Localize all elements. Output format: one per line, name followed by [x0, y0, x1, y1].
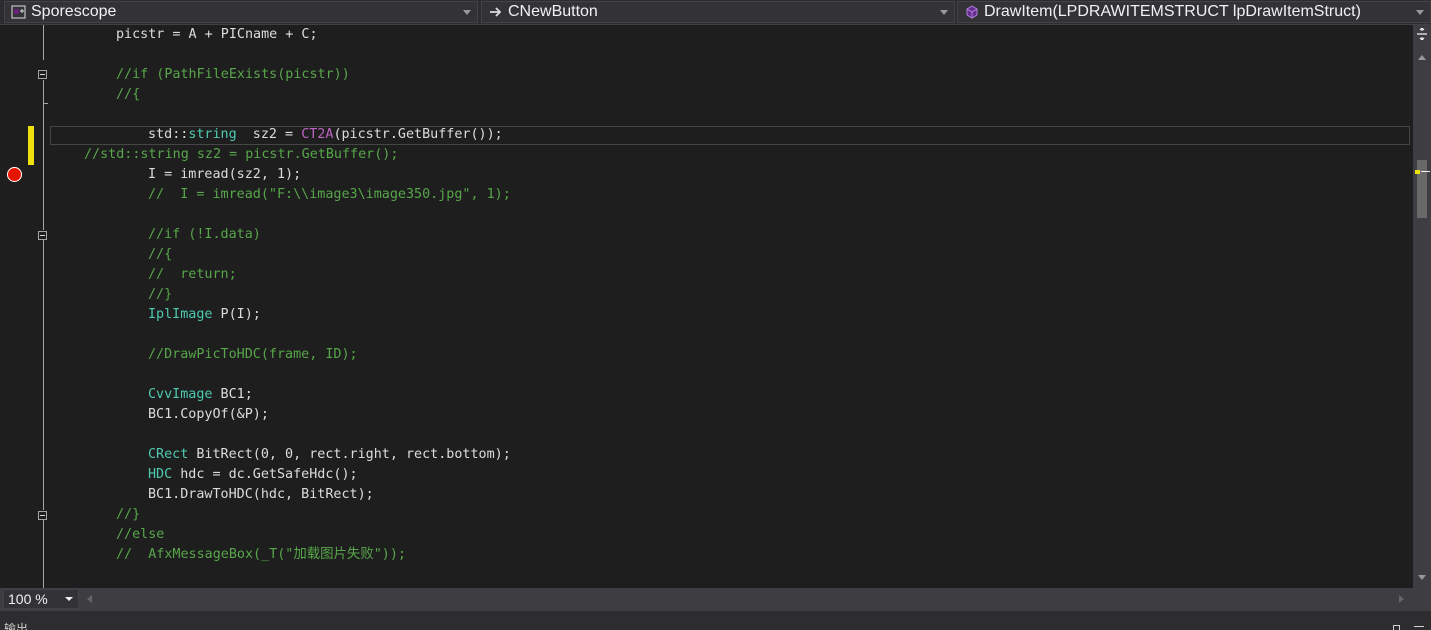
code-line[interactable]: BC1.CopyOf(&P); — [148, 405, 269, 425]
member-dropdown[interactable]: DrawItem(LPDRAWITEMSTRUCT lpDrawItemStru… — [957, 1, 1431, 23]
chevron-down-icon — [940, 10, 948, 15]
code-line[interactable]: HDC hdc = dc.GetSafeHdc(); — [148, 465, 358, 485]
code-line[interactable]: //{ — [116, 85, 140, 105]
chevron-down-icon — [1416, 10, 1424, 15]
change-marker — [1415, 170, 1420, 174]
vertical-scrollbar[interactable] — [1413, 25, 1431, 588]
code-token: //std::string sz2 = picstr.GetBuffer(); — [84, 147, 399, 162]
scroll-thumb[interactable] — [1417, 160, 1427, 218]
output-title: 输出 — [4, 622, 29, 630]
code-token: BC1; — [212, 387, 253, 402]
code-line[interactable]: CRect BitRect(0, 0, rect.right, rect.bot… — [148, 445, 511, 465]
code-token: IplImage — [148, 307, 213, 322]
code-token: CRect — [148, 447, 189, 462]
code-token: BitRect(0, 0, rect.right, rect.bottom); — [188, 447, 511, 462]
code-token: string — [188, 127, 237, 142]
collapse-icon[interactable] — [38, 70, 47, 79]
glyph-margin[interactable] — [0, 25, 30, 588]
code-token: std — [148, 127, 173, 142]
code-token: P(I); — [212, 307, 261, 322]
code-token: //} — [148, 287, 173, 302]
code-line[interactable]: I = imread(sz2, 1); — [148, 165, 301, 185]
change-tracking-bar — [28, 126, 34, 165]
split-icon[interactable] — [1416, 28, 1428, 40]
code-line[interactable]: //if (!I.data) — [148, 225, 261, 245]
type-dropdown[interactable]: CNewButton — [481, 1, 955, 23]
scroll-left-icon[interactable] — [87, 595, 92, 603]
code-token: //DrawPicToHDC(frame, ID); — [148, 347, 358, 362]
cpp-project-icon — [11, 5, 26, 19]
code-token: // AfxMessageBox(_T("加载图片失败")); — [116, 547, 406, 562]
code-token: HDC — [148, 467, 173, 482]
code-line[interactable]: //if (PathFileExists(picstr)) — [116, 65, 350, 85]
chevron-down-icon — [65, 597, 73, 601]
code-line[interactable]: //} — [148, 285, 172, 305]
collapse-icon[interactable] — [38, 231, 47, 240]
code-token: //if (PathFileExists(picstr)) — [116, 67, 350, 82]
code-token: //} — [116, 507, 141, 522]
code-editor[interactable]: picstr = A + PICname + C; //if (PathFileE… — [0, 25, 1413, 588]
code-token: CvvImage — [148, 387, 213, 402]
code-line[interactable]: //else — [116, 525, 164, 545]
scroll-down-icon[interactable] — [1418, 575, 1426, 580]
project-label: Sporescope — [31, 3, 117, 20]
minimize-icon[interactable] — [1414, 626, 1424, 627]
scroll-right-icon[interactable] — [1399, 595, 1404, 603]
code-token: sz2 = — [236, 127, 302, 142]
code-line[interactable]: //DrawPicToHDC(frame, ID); — [148, 345, 358, 365]
code-line[interactable]: // I = imread("F:\\image3\image350.jpg",… — [148, 185, 511, 205]
zoom-value: 100 % — [8, 591, 48, 607]
member-label: DrawItem(LPDRAWITEMSTRUCT lpDrawItemStru… — [984, 3, 1361, 20]
code-token: I = imread(sz2, 1); — [148, 167, 302, 182]
code-line[interactable]: picstr = A + PICname + C; — [116, 25, 318, 45]
code-token: //else — [116, 527, 165, 542]
code-line[interactable]: //std::string sz2 = picstr.GetBuffer(); — [84, 145, 398, 165]
type-label: CNewButton — [508, 3, 598, 20]
output-panel-header: 输出 — [0, 610, 1431, 630]
arrow-right-icon — [490, 7, 502, 17]
outline-line — [43, 25, 44, 60]
editor-bottom-bar: 100 % — [0, 588, 1431, 610]
outline-line — [43, 240, 44, 510]
code-token: //if (!I.data) — [148, 227, 261, 242]
code-token: BC1.DrawToHDC(hdc, BitRect); — [148, 487, 374, 502]
code-line[interactable]: // return; — [148, 265, 237, 285]
outline-tick — [43, 103, 48, 104]
code-token: picstr = A + PICname + C; — [116, 27, 318, 42]
code-line[interactable]: std::string sz2 = CT2A(picstr.GetBuffer(… — [148, 125, 503, 145]
code-line[interactable]: CvvImage BC1; — [148, 385, 253, 405]
method-icon — [966, 5, 978, 19]
maximize-icon[interactable] — [1393, 625, 1400, 630]
code-token: // I = imread("F:\\image3\image350.jpg",… — [148, 187, 511, 202]
code-token: CT2A — [301, 127, 334, 142]
code-line[interactable]: BC1.DrawToHDC(hdc, BitRect); — [148, 485, 374, 505]
navigation-bar: Sporescope CNewButton DrawItem(LPDRAWITE… — [0, 0, 1431, 25]
code-line[interactable]: // AfxMessageBox(_T("加载图片失败")); — [116, 545, 406, 565]
chevron-down-icon — [463, 10, 471, 15]
outline-line — [43, 520, 44, 588]
caret-marker — [1421, 171, 1430, 172]
code-token: (picstr.GetBuffer()); — [333, 127, 503, 142]
project-dropdown[interactable]: Sporescope — [4, 1, 478, 23]
code-line[interactable]: //{ — [148, 245, 172, 265]
breakpoint-icon[interactable] — [7, 167, 22, 182]
code-token: // return; — [148, 267, 237, 282]
collapse-icon[interactable] — [38, 511, 47, 520]
code-line[interactable]: //} — [116, 505, 140, 525]
scroll-up-icon[interactable] — [1418, 55, 1426, 60]
code-line[interactable]: IplImage P(I); — [148, 305, 261, 325]
zoom-dropdown[interactable]: 100 % — [3, 589, 79, 609]
code-token: //{ — [116, 87, 141, 102]
code-token: BC1.CopyOf(&P); — [148, 407, 269, 422]
code-token: //{ — [148, 247, 173, 262]
code-token: :: — [172, 127, 189, 142]
code-token: hdc = dc.GetSafeHdc(); — [172, 467, 358, 482]
